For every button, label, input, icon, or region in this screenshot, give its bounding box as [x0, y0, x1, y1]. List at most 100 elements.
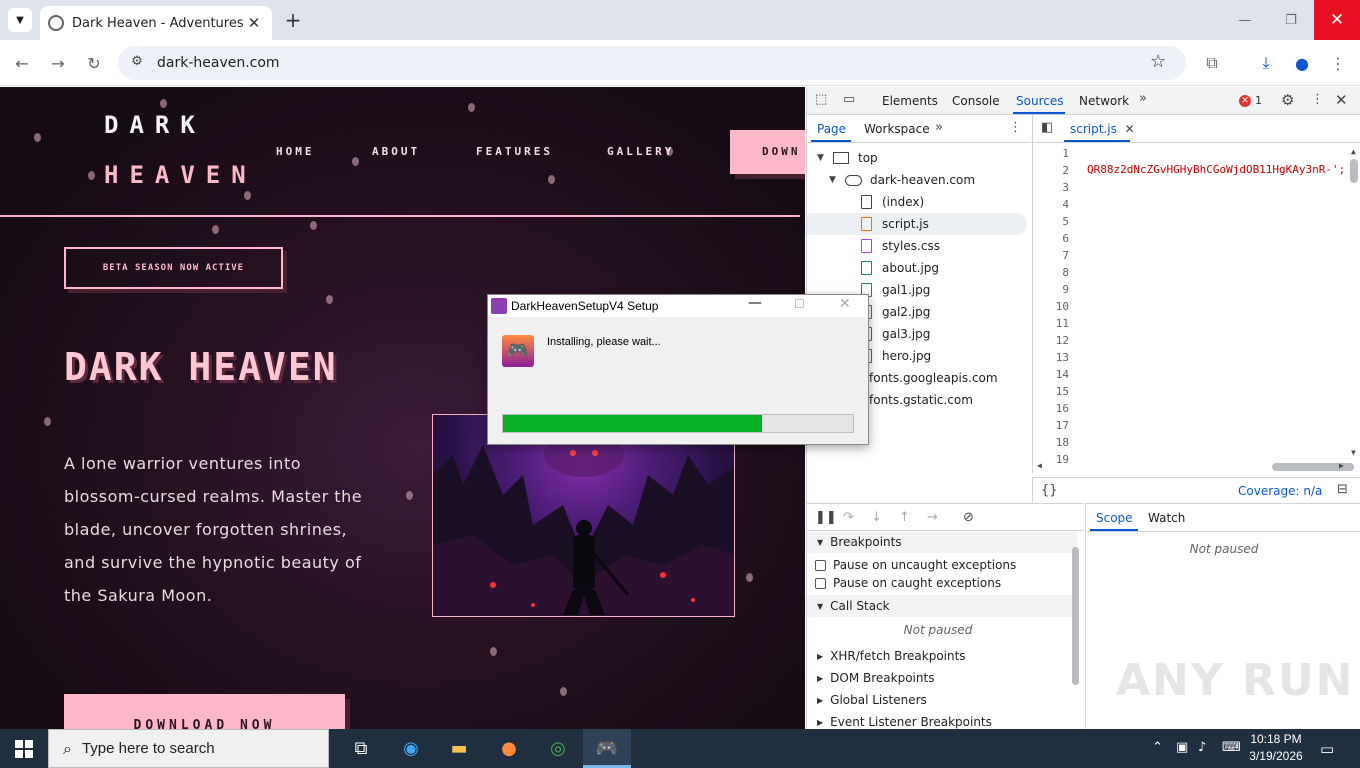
tab-watch[interactable]: Watch: [1148, 511, 1185, 525]
site-logo-line1[interactable]: DARK: [104, 111, 206, 139]
file-explorer-icon[interactable]: ▬: [435, 729, 483, 768]
installer-minimize-icon[interactable]: —: [748, 295, 762, 311]
code-editor[interactable]: 1 2 3 4 5 6 7 8 9 10 11 12 13 14 15 16 17 18 19 QR88z2dNcZ…: [1032, 143, 1360, 473]
more-tabs-chevron-icon[interactable]: »: [1139, 91, 1147, 106]
line-number[interactable]: 17: [1033, 419, 1069, 432]
clock-date[interactable]: 3/19/2026: [1244, 749, 1308, 763]
tab-scope[interactable]: Scope: [1096, 511, 1133, 525]
firefox-icon[interactable]: ●: [485, 729, 533, 768]
line-number[interactable]: 6: [1033, 232, 1069, 245]
url-text[interactable]: dark-heaven.com: [157, 55, 280, 71]
browser-tab-active[interactable]: Dark Heaven - Adventures of a ✕: [40, 6, 272, 40]
line-number[interactable]: 9: [1033, 283, 1069, 296]
line-number[interactable]: 3: [1033, 181, 1069, 194]
line-number[interactable]: 4: [1033, 198, 1069, 211]
site-info-icon[interactable]: ⚙: [128, 54, 146, 72]
toggle-debugger-sidebar-icon[interactable]: ⊟: [1337, 482, 1348, 497]
deactivate-breakpoints-icon[interactable]: ⊘: [963, 510, 974, 525]
line-number[interactable]: 5: [1033, 215, 1069, 228]
reload-icon[interactable]: ↻: [82, 51, 106, 75]
notifications-icon[interactable]: ▭: [1320, 740, 1334, 758]
more-tabs-chevron-icon[interactable]: »: [935, 120, 943, 135]
nav-download-button[interactable]: DOWN: [730, 130, 805, 174]
site-logo-line2[interactable]: HEAVEN: [104, 161, 257, 189]
line-number[interactable]: 1: [1033, 147, 1069, 160]
line-number[interactable]: 7: [1033, 249, 1069, 262]
tree-file-script-js[interactable]: script.js: [807, 213, 1027, 235]
inspect-element-icon[interactable]: ⬚: [815, 92, 827, 107]
line-number[interactable]: 12: [1033, 334, 1069, 347]
dom-breakpoints-section[interactable]: ▶ DOM Breakpoints: [807, 667, 1077, 689]
breakpoints-section-header[interactable]: ▼ Breakpoints: [807, 531, 1077, 553]
keyboard-language-icon[interactable]: ⌨: [1222, 740, 1241, 755]
event-listener-breakpoints-section[interactable]: ▶ Event Listener Breakpoints: [807, 711, 1077, 729]
show-hidden-icons-chevron[interactable]: ⌃: [1152, 740, 1163, 755]
restore-window-icon[interactable]: ❐: [1268, 0, 1314, 40]
step-out-icon[interactable]: ↑: [899, 510, 910, 525]
pause-caught-option[interactable]: Pause on caught exceptions: [807, 572, 1077, 594]
nav-gallery[interactable]: GALLERY: [607, 145, 674, 158]
editor-tab-script-js[interactable]: script.js ✕: [1070, 122, 1135, 136]
tree-file-styles-css[interactable]: styles.css: [807, 235, 1027, 257]
devtools-tab-sources[interactable]: Sources: [1016, 94, 1063, 108]
nav-features[interactable]: FEATURES: [476, 145, 553, 158]
nav-about[interactable]: ABOUT: [372, 145, 420, 158]
devtools-tab-network[interactable]: Network: [1079, 94, 1129, 108]
profile-avatar-icon[interactable]: ●: [1290, 51, 1314, 75]
tab-close-icon[interactable]: ✕: [244, 14, 264, 32]
installer-taskbar-icon[interactable]: 🎮: [583, 729, 631, 768]
chrome-icon[interactable]: ◎: [534, 729, 582, 768]
xhr-breakpoints-section[interactable]: ▶ XHR/fetch Breakpoints: [807, 645, 1077, 667]
nav-home[interactable]: HOME: [276, 145, 315, 158]
line-number[interactable]: 16: [1033, 402, 1069, 415]
line-number[interactable]: 13: [1033, 351, 1069, 364]
settings-gear-icon[interactable]: ⚙: [1281, 91, 1294, 109]
line-number[interactable]: 14: [1033, 368, 1069, 381]
error-count-badge[interactable]: ✕ 1: [1239, 94, 1262, 107]
minimize-window-icon[interactable]: —: [1222, 0, 1268, 40]
code-line-2[interactable]: QR88z2dNcZGvHGHyBhCGoWjdOB11HgKAy3nR-';: [1087, 163, 1345, 176]
scroll-right-arrow-icon[interactable]: ▶: [1339, 461, 1344, 470]
bookmark-star-icon[interactable]: ☆: [1150, 51, 1166, 72]
scroll-up-arrow-icon[interactable]: ▲: [1351, 147, 1356, 156]
pause-resume-icon[interactable]: ❚❚: [815, 510, 837, 525]
close-devtools-icon[interactable]: ✕: [1335, 91, 1348, 109]
tree-file-about-jpg[interactable]: about.jpg: [807, 257, 1027, 279]
step-into-icon[interactable]: ↓: [871, 510, 882, 525]
pause-caught-checkbox[interactable]: [815, 577, 826, 589]
line-number[interactable]: 15: [1033, 385, 1069, 398]
global-listeners-section[interactable]: ▶ Global Listeners: [807, 689, 1077, 711]
line-number[interactable]: 10: [1033, 300, 1069, 313]
devtools-tab-console[interactable]: Console: [952, 94, 1000, 108]
line-number[interactable]: 18: [1033, 436, 1069, 449]
clock-time[interactable]: 10:18 PM: [1248, 732, 1304, 746]
forward-arrow-icon[interactable]: →: [46, 51, 70, 75]
new-tab-button[interactable]: +: [282, 8, 304, 32]
hero-download-button[interactable]: DOWNLOAD NOW: [64, 694, 345, 729]
navigator-tab-page[interactable]: Page: [817, 122, 846, 136]
taskbar-search-box[interactable]: ⌕ Type here to search: [48, 729, 329, 768]
device-toolbar-icon[interactable]: ▭: [843, 92, 855, 107]
navigator-tab-workspace[interactable]: Workspace: [864, 122, 930, 136]
close-tab-icon[interactable]: ✕: [1125, 122, 1135, 136]
line-number[interactable]: 8: [1033, 266, 1069, 279]
pause-uncaught-checkbox[interactable]: [815, 559, 826, 571]
download-icon[interactable]: ⤓: [1254, 51, 1278, 75]
volume-icon[interactable]: ♪: [1198, 740, 1206, 755]
editor-vertical-scrollbar[interactable]: [1350, 159, 1358, 183]
navigator-menu-icon[interactable]: ⋮: [1009, 120, 1022, 135]
debugger-sidebar-scrollbar[interactable]: [1072, 547, 1079, 685]
scroll-down-arrow-icon[interactable]: ▼: [1351, 448, 1356, 457]
coverage-status[interactable]: Coverage: n/a: [1238, 484, 1322, 498]
back-arrow-icon[interactable]: ←: [10, 51, 34, 75]
installer-titlebar[interactable]: DarkHeavenSetupV4 Setup — ☐ ✕: [488, 295, 868, 317]
tab-search-dropdown-icon[interactable]: ▼: [8, 8, 32, 32]
edge-browser-icon[interactable]: ◉: [387, 729, 435, 768]
close-window-icon[interactable]: ✕: [1314, 0, 1360, 40]
browser-menu-icon[interactable]: ⋮: [1326, 51, 1350, 75]
start-windows-icon[interactable]: [0, 729, 48, 768]
task-view-icon[interactable]: ⧉: [337, 729, 385, 768]
scroll-left-arrow-icon[interactable]: ◀: [1037, 461, 1042, 470]
line-number[interactable]: 2: [1033, 164, 1069, 177]
pretty-print-icon[interactable]: {}: [1041, 483, 1058, 498]
